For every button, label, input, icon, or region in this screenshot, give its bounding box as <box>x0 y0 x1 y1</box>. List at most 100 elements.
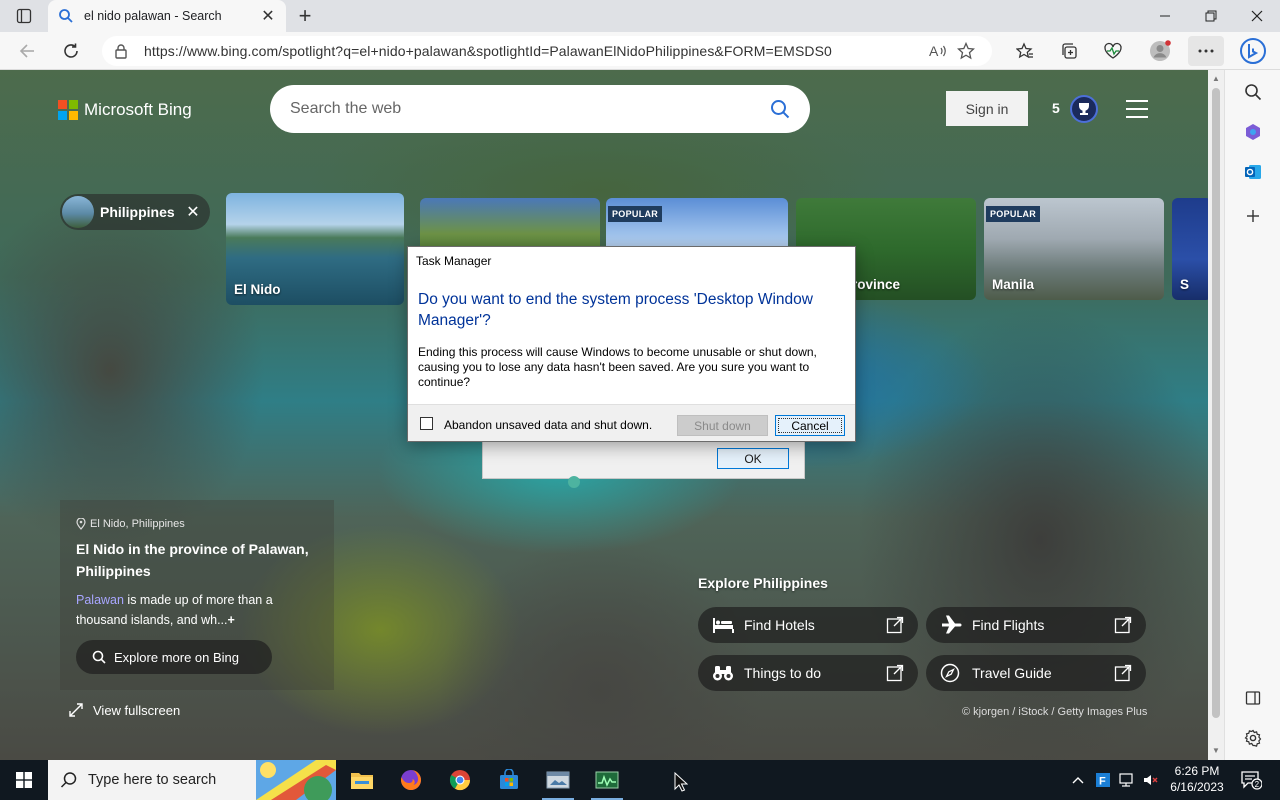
rewards-button[interactable] <box>1068 94 1100 124</box>
card-caption: rovince <box>852 277 901 292</box>
external-link-icon <box>886 616 904 634</box>
popular-badge: POPULAR <box>608 206 663 222</box>
close-window-button[interactable] <box>1234 0 1280 32</box>
svg-text:A: A <box>929 43 939 59</box>
location-text: El Nido, Philippines <box>90 518 185 530</box>
minimize-button[interactable] <box>1142 0 1188 32</box>
travel-guide-button[interactable]: Travel Guide <box>926 655 1146 691</box>
rewards-count: 5 <box>1052 100 1060 116</box>
url-text[interactable]: https://www.bing.com/spotlight?q=el+nido… <box>144 43 924 59</box>
profile-button[interactable] <box>1145 36 1175 66</box>
favorites-button[interactable] <box>1010 36 1040 66</box>
taskbar-chrome[interactable] <box>436 760 484 800</box>
cancel-button[interactable]: Cancel <box>775 415 845 436</box>
restore-button[interactable] <box>1188 0 1234 32</box>
card-6[interactable]: S <box>1172 198 1208 300</box>
topic-chip[interactable]: Philippines ✕ <box>60 194 210 230</box>
external-link-icon <box>1114 664 1132 682</box>
ok-button[interactable]: OK <box>717 448 789 469</box>
sidebar-settings-button[interactable] <box>1239 724 1267 752</box>
find-flights-label: Find Flights <box>972 617 1045 633</box>
card-caption: Manila <box>992 277 1035 292</box>
action-center-button[interactable]: 2 <box>1236 760 1266 800</box>
back-arrow-icon <box>19 44 34 58</box>
panel-icon <box>1245 691 1261 705</box>
sidebar-search-button[interactable] <box>1239 78 1267 106</box>
tab-bar: el nido palawan - Search ✕ + <box>0 0 1280 32</box>
card-el-nido[interactable]: El Nido <box>226 193 404 305</box>
page-scrollbar[interactable]: ▲ ▼ <box>1208 70 1224 760</box>
abandon-data-checkbox[interactable] <box>420 417 433 430</box>
tray-network-button[interactable] <box>1116 760 1138 800</box>
dialog-message: Ending this process will cause Windows t… <box>418 345 817 389</box>
view-fullscreen-button[interactable]: View fullscreen <box>68 702 180 718</box>
web-search-box[interactable] <box>270 85 810 133</box>
sidebar-outlook-button[interactable] <box>1239 158 1267 186</box>
tray-overflow-button[interactable] <box>1068 760 1088 800</box>
abandon-data-label[interactable]: Abandon unsaved data and shut down. <box>444 418 652 432</box>
taskbar-file-explorer[interactable] <box>338 760 386 800</box>
new-tab-button[interactable]: + <box>294 3 316 28</box>
taskbar-task-manager[interactable] <box>583 760 631 800</box>
performance-button[interactable] <box>1098 36 1128 66</box>
taskbar-search-box[interactable]: Type here to search <box>48 760 336 800</box>
settings-more-button[interactable] <box>1188 36 1224 66</box>
explore-more-button[interactable]: Explore more on Bing <box>76 640 272 674</box>
background-dialog: OK <box>482 437 805 479</box>
clock-date: 6/16/2023 <box>1170 780 1224 794</box>
things-to-do-button[interactable]: Things to do <box>698 655 918 691</box>
tab-actions-icon <box>16 8 32 24</box>
dialog-title: Task Manager <box>416 254 492 268</box>
start-button[interactable] <box>0 760 48 800</box>
search-icon[interactable] <box>770 99 790 119</box>
info-title[interactable]: El Nido in the province of Palawan, Phil… <box>76 538 326 582</box>
scroll-up-icon[interactable]: ▲ <box>1211 74 1221 84</box>
sidebar-add-button[interactable] <box>1239 202 1267 230</box>
web-search-input[interactable] <box>290 100 770 118</box>
location-pin-icon <box>76 518 86 530</box>
taskbar-store[interactable] <box>485 760 533 800</box>
find-flights-button[interactable]: Find Flights <box>926 607 1146 643</box>
plus-icon <box>1247 210 1259 222</box>
bed-icon <box>713 618 734 633</box>
tab-actions-button[interactable] <box>8 4 40 28</box>
outlook-icon <box>1245 165 1261 179</box>
address-bar[interactable]: https://www.bing.com/spotlight?q=el+nido… <box>102 36 992 66</box>
find-hotels-button[interactable]: Find Hotels <box>698 607 918 643</box>
minimize-icon <box>1160 15 1170 17</box>
external-link-icon <box>886 664 904 682</box>
chip-close-icon[interactable]: ✕ <box>184 202 202 222</box>
lock-icon[interactable] <box>114 43 130 59</box>
scroll-down-icon[interactable]: ▼ <box>1211 746 1221 756</box>
scrollbar-thumb[interactable] <box>1212 88 1220 718</box>
explore-more-label: Explore more on Bing <box>114 649 240 665</box>
browser-tab[interactable]: el nido palawan - Search ✕ <box>48 0 286 32</box>
taskbar-app-window[interactable] <box>534 760 582 800</box>
read-aloud-icon[interactable]: A <box>924 37 952 65</box>
tab-close-icon[interactable]: ✕ <box>260 8 276 25</box>
avatar-icon <box>1150 40 1171 61</box>
shut-down-button[interactable]: Shut down <box>677 415 768 436</box>
card-manila[interactable]: POPULAR Manila <box>984 198 1164 300</box>
tray-volume-button[interactable] <box>1140 760 1162 800</box>
things-to-do-label: Things to do <box>744 665 822 681</box>
sidebar-hide-button[interactable] <box>1239 684 1267 712</box>
collections-button[interactable] <box>1054 36 1084 66</box>
bing-logo[interactable]: Microsoft Bing <box>58 100 192 120</box>
sign-in-button[interactable]: Sign in <box>946 91 1028 126</box>
sidebar-shopping-button[interactable] <box>1239 118 1267 146</box>
taskbar-firefox[interactable] <box>387 760 435 800</box>
travel-guide-label: Travel Guide <box>972 665 1052 681</box>
search-icon <box>1245 84 1262 101</box>
tray-app-button[interactable]: F <box>1092 760 1114 800</box>
refresh-button[interactable] <box>56 36 86 66</box>
favorite-star-icon[interactable] <box>952 37 980 65</box>
back-button[interactable] <box>12 36 42 66</box>
search-icon <box>92 650 106 664</box>
expand-more-icon[interactable]: + <box>228 613 235 627</box>
gear-icon <box>1244 729 1262 747</box>
taskbar-clock[interactable]: 6:26 PM 6/16/2023 <box>1166 763 1228 795</box>
menu-hamburger-icon[interactable] <box>1126 100 1148 118</box>
palawan-link[interactable]: Palawan <box>76 593 124 607</box>
bing-chat-button[interactable] <box>1236 36 1270 66</box>
